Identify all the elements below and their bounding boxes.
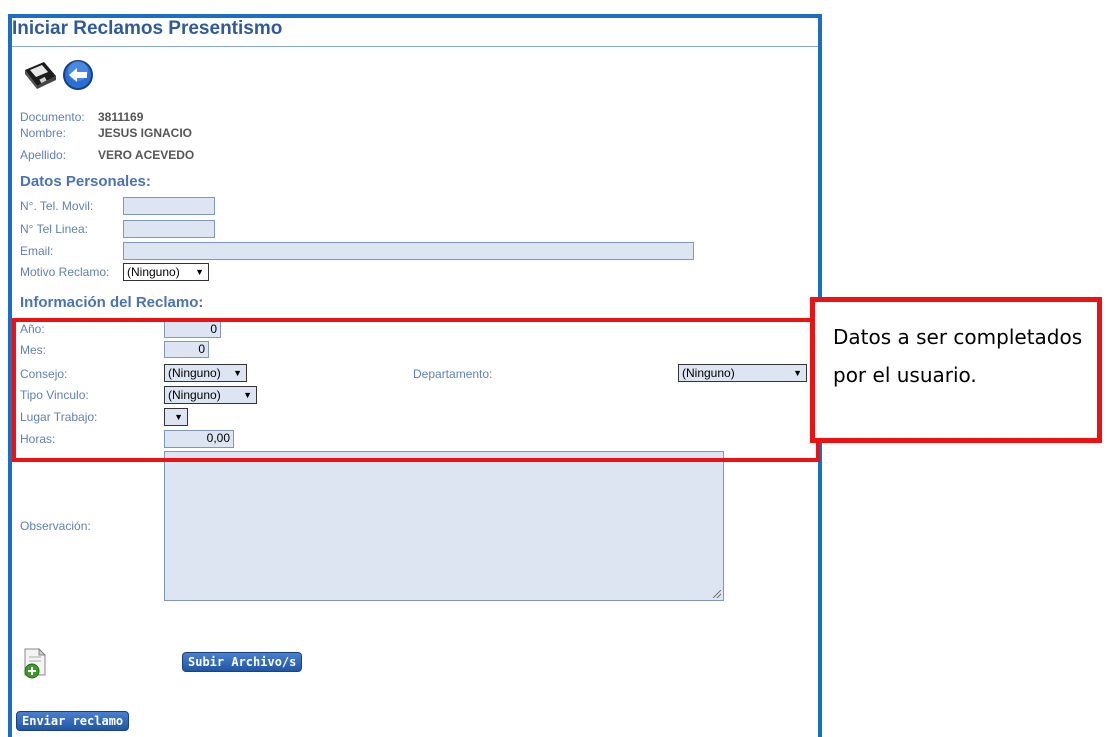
nombre-label: Nombre:: [20, 126, 67, 140]
annotation-callout: Datos a ser completados por el usuario.: [810, 297, 1102, 443]
observacion-label: Observación:: [20, 519, 91, 533]
back-arrow-icon[interactable]: [62, 59, 94, 96]
linea-input[interactable]: [123, 220, 215, 238]
observacion-textarea[interactable]: [164, 451, 724, 601]
informacion-reclamo-heading: Información del Reclamo:: [20, 294, 204, 311]
add-file-icon[interactable]: [22, 647, 48, 684]
highlight-box: [12, 318, 820, 462]
save-disk-icon[interactable]: [22, 58, 60, 95]
documento-value: 3811169: [98, 110, 144, 124]
movil-label: N°. Tel. Movil:: [20, 199, 94, 213]
email-label: Email:: [20, 244, 54, 258]
linea-label: N° Tel Linea:: [20, 222, 88, 236]
movil-input[interactable]: [123, 197, 215, 215]
motivo-select[interactable]: (Ninguno) ▼: [123, 263, 209, 281]
title-divider: [12, 46, 818, 47]
email-input[interactable]: [123, 242, 694, 260]
motivo-label: Motivo Reclamo:: [20, 265, 110, 279]
chevron-down-icon: ▼: [195, 267, 204, 277]
resize-grip-icon[interactable]: [713, 590, 721, 598]
apellido-value: VERO ACEVEDO: [98, 148, 195, 162]
enviar-reclamo-button[interactable]: Enviar reclamo: [16, 711, 130, 731]
page-title: Iniciar Reclamos Presentismo: [12, 18, 283, 39]
motivo-select-value: (Ninguno): [127, 265, 180, 279]
annotation-text: Datos a ser completados por el usuario.: [833, 325, 1083, 387]
subir-archivo-button[interactable]: Subir Archivo/s: [182, 652, 303, 672]
datos-personales-heading: Datos Personales:: [20, 173, 151, 190]
apellido-label: Apellido:: [20, 148, 67, 162]
documento-label: Documento:: [20, 110, 85, 124]
nombre-value: JESUS IGNACIO: [98, 126, 193, 140]
